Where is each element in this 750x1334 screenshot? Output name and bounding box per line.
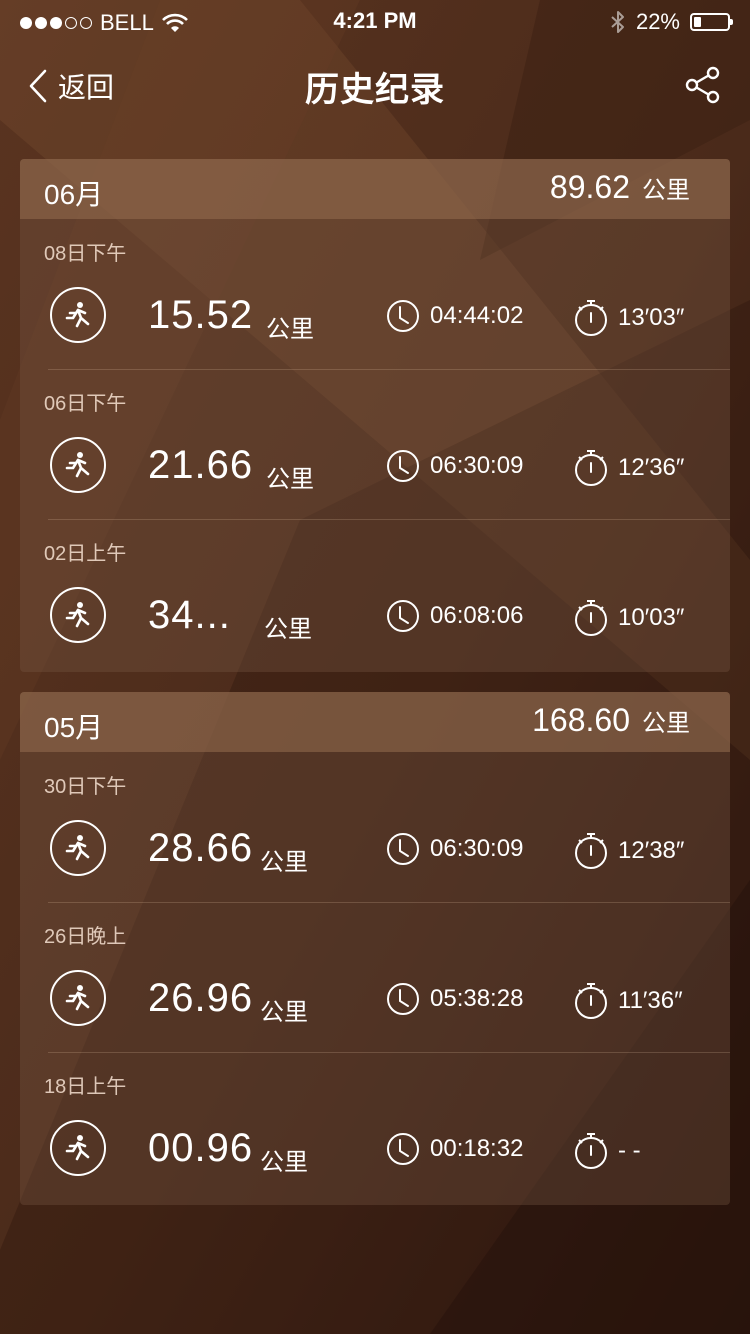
status-right: 22%: [610, 9, 733, 35]
month-total-unit: 公里: [642, 177, 690, 204]
clock-icon: [387, 833, 419, 865]
run-pace-value: 11′36″: [618, 987, 683, 1014]
month-total: 168.60 公里: [532, 702, 690, 739]
run-row[interactable]: 18日上午 00.96 公里 00:18:32 - -: [20, 1052, 730, 1202]
run-distance-unit: 公里: [266, 466, 314, 493]
clock-icon: [387, 300, 419, 332]
run-pace-value: - -: [618, 1137, 641, 1164]
battery-icon: [690, 13, 733, 31]
stopwatch-icon: [575, 1133, 607, 1169]
battery-fill: [694, 17, 701, 27]
run-distance-unit: 公里: [260, 1149, 308, 1176]
run-distance: 26.96: [148, 976, 254, 1020]
stopwatch-icon: [575, 450, 607, 486]
run-distance-unit: 公里: [260, 849, 308, 876]
run-duration-value: 06:30:09: [430, 452, 524, 479]
stopwatch-icon: [575, 833, 607, 869]
run-row[interactable]: 02日上午 34... 公里 06:08:06 10′03″: [20, 519, 730, 669]
run-duration: 00:18:32: [386, 1132, 523, 1166]
run-pace-value: 10′03″: [618, 604, 685, 631]
run-duration: 06:30:09: [386, 832, 523, 866]
run-distance: 21.66: [148, 443, 254, 487]
run-duration-value: 04:44:02: [430, 302, 524, 329]
clock-icon: [387, 450, 419, 482]
page-title: 历史纪录: [305, 71, 445, 109]
run-row[interactable]: 08日下午 15.52 公里 04:44:02 13′03″: [20, 219, 730, 369]
run-row[interactable]: 06日下午 21.66 公里 06:30:09 12′36″: [20, 369, 730, 519]
month-label: 05月: [44, 712, 104, 743]
share-icon[interactable]: [684, 66, 722, 104]
run-date: 30日下午: [44, 776, 127, 798]
run-distance: 00.96: [148, 1126, 254, 1170]
month-total-value: 168.60: [532, 702, 630, 738]
month-total-value: 89.62: [549, 169, 630, 205]
run-date: 26日晚上: [44, 926, 127, 948]
clock-icon: [387, 600, 419, 632]
month-label: 06月: [44, 179, 104, 210]
run-date: 06日下午: [44, 393, 127, 415]
run-distance: 34...: [148, 593, 231, 637]
run-duration-value: 06:30:09: [430, 835, 524, 862]
run-pace: 12′36″: [574, 449, 684, 487]
run-distance-unit: 公里: [266, 316, 314, 343]
run-pace: 12′38″: [574, 832, 684, 870]
run-duration-value: 05:38:28: [430, 985, 524, 1012]
run-distance-unit: 公里: [260, 999, 308, 1026]
run-pace-value: 12′36″: [618, 454, 685, 481]
runner-icon: [50, 287, 106, 343]
stopwatch-icon: [575, 600, 607, 636]
clock-icon: [387, 1133, 419, 1165]
battery-percent: 22%: [635, 9, 680, 34]
stopwatch-icon: [575, 300, 607, 336]
runner-icon: [50, 1120, 106, 1176]
run-pace: - -: [574, 1132, 641, 1170]
run-date: 02日上午: [44, 543, 127, 565]
status-bar: BELL 4:21 PM 22%: [0, 0, 750, 40]
run-duration: 06:08:06: [386, 599, 523, 633]
runner-icon: [50, 970, 106, 1026]
run-pace: 10′03″: [574, 599, 684, 637]
run-duration: 05:38:28: [386, 982, 523, 1016]
run-pace: 13′03″: [574, 299, 684, 337]
run-date: 18日上午: [44, 1076, 127, 1098]
month-header[interactable]: 06月 89.62 公里: [20, 159, 730, 219]
run-duration-value: 00:18:32: [430, 1135, 524, 1162]
runner-icon: [50, 820, 106, 876]
month-total-unit: 公里: [642, 710, 690, 737]
month-card: 05月 168.60 公里 30日下午 28.66 公里 06:30:09 12…: [20, 692, 730, 1205]
run-pace-value: 13′03″: [618, 304, 685, 331]
run-pace-value: 12′38″: [618, 837, 685, 864]
run-row[interactable]: 30日下午 28.66 公里 06:30:09 12′38″: [20, 752, 730, 902]
run-row[interactable]: 26日晚上 26.96 公里 05:38:28 11′36″: [20, 902, 730, 1052]
run-duration: 06:30:09: [386, 449, 523, 483]
clock-icon: [387, 983, 419, 1015]
run-pace: 11′36″: [574, 982, 683, 1020]
run-distance: 15.52: [148, 293, 254, 337]
run-duration: 04:44:02: [386, 299, 523, 333]
run-duration-value: 06:08:06: [430, 602, 524, 629]
bluetooth-icon: [611, 11, 624, 33]
run-distance: 28.66: [148, 826, 254, 870]
month-header[interactable]: 05月 168.60 公里: [20, 692, 730, 752]
runner-icon: [50, 587, 106, 643]
month-total: 89.62 公里: [550, 169, 690, 206]
run-date: 08日下午: [44, 243, 127, 265]
month-card: 06月 89.62 公里 08日下午 15.52 公里 04:44:02 13′…: [20, 159, 730, 672]
runner-icon: [50, 437, 106, 493]
run-distance-unit: 公里: [264, 616, 312, 643]
nav-bar: 返回 历史纪录: [0, 54, 750, 114]
stopwatch-icon: [575, 983, 607, 1019]
